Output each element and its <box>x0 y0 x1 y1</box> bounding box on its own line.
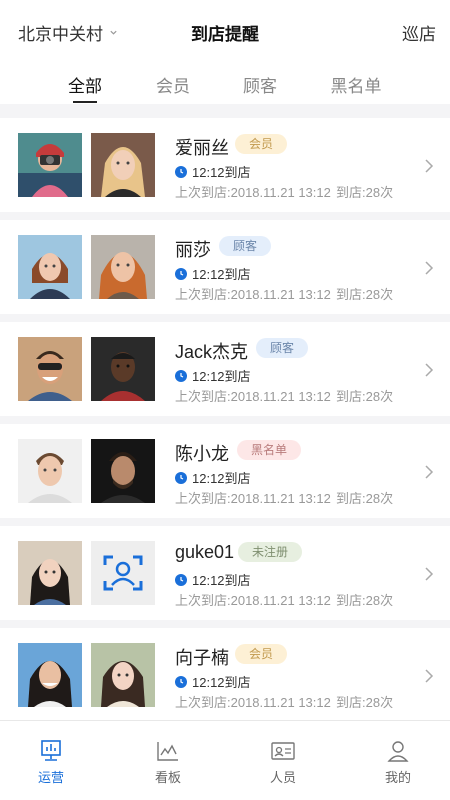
list-item[interactable]: 陈小龙 黑名单 12:12到店 上次到店:2018.11.21 13:12 到店… <box>0 424 450 518</box>
nav-dashboard[interactable]: 看板 <box>138 739 198 786</box>
member-badge: 会员 <box>235 644 288 664</box>
list-item[interactable]: guke01 未注册 12:12到店 上次到店:2018.11.21 13:12… <box>0 526 450 620</box>
guest-badge: 顾客 <box>219 236 272 256</box>
arrival-time: 12:12到店 <box>175 264 251 283</box>
snapshot-photo <box>18 235 82 299</box>
profile-icon <box>387 741 409 762</box>
registered-photo <box>91 439 155 503</box>
visit-count: 到店:28次 <box>336 185 394 200</box>
tab-all[interactable]: 全部 <box>50 72 120 97</box>
clock-icon <box>175 573 187 586</box>
list-item[interactable]: 爱丽丝 会员 12:12到店 上次到店:2018.11.21 13:12 到店:… <box>0 118 450 212</box>
arrival-time: 12:12到店 <box>175 162 251 181</box>
face-placeholder <box>91 541 155 605</box>
snapshot-photo <box>18 337 82 401</box>
customer-name: 丽莎 <box>175 240 211 260</box>
last-visit: 上次到店:2018.11.21 13:12 <box>175 389 331 404</box>
clock-icon <box>175 165 187 178</box>
customer-name: 爱丽丝 <box>175 138 229 158</box>
blacklist-badge: 黑名单 <box>237 440 302 460</box>
chevron-right-icon <box>425 363 434 377</box>
arrival-time-label: 12:12到店 <box>192 675 251 690</box>
dashboard-icon <box>157 742 178 761</box>
tab-guest[interactable]: 顾客 <box>225 72 295 97</box>
snapshot-photo <box>18 643 82 707</box>
top-bar: 北京中关村 到店提醒 巡店 <box>0 0 450 60</box>
guest-badge: 顾客 <box>256 338 309 358</box>
registered-photo <box>91 643 155 707</box>
last-visit: 上次到店:2018.11.21 13:12 <box>175 695 331 710</box>
visit-count: 到店:28次 <box>336 695 394 710</box>
visit-count: 到店:28次 <box>336 593 394 608</box>
list-item[interactable]: Jack杰克 顾客 12:12到店 上次到店:2018.11.21 13:12 … <box>0 322 450 416</box>
nav-dashboard-label: 看板 <box>154 770 181 785</box>
visit-count: 到店:28次 <box>336 491 394 506</box>
nav-operations-label: 运营 <box>37 770 64 785</box>
customer-name: 向子楠 <box>175 648 229 668</box>
nav-staff-label: 人员 <box>269 770 296 785</box>
arrival-time-label: 12:12到店 <box>192 471 251 486</box>
last-visit: 上次到店:2018.11.21 13:12 <box>175 593 331 608</box>
operations-icon <box>41 740 61 761</box>
tab-member[interactable]: 会员 <box>138 72 208 97</box>
list-item[interactable]: 丽莎 顾客 12:12到店 上次到店:2018.11.21 13:12 到店:2… <box>0 220 450 314</box>
last-visit: 上次到店:2018.11.21 13:12 <box>175 185 331 200</box>
snapshot-photo <box>18 541 82 605</box>
staff-card-icon <box>271 742 295 760</box>
chevron-right-icon <box>425 159 434 173</box>
patrol-button[interactable]: 巡店 <box>402 20 436 45</box>
arrival-time-label: 12:12到店 <box>192 165 251 180</box>
customer-name: guke01 <box>175 542 235 562</box>
unregistered-badge: 未注册 <box>238 542 303 562</box>
registered-photo <box>91 337 155 401</box>
nav-staff[interactable]: 人员 <box>253 739 313 786</box>
chevron-right-icon <box>425 567 434 581</box>
registered-photo <box>91 235 155 299</box>
arrival-time: 12:12到店 <box>175 570 251 589</box>
location-label: 北京中关村 <box>18 25 103 44</box>
last-visit: 上次到店:2018.11.21 13:12 <box>175 287 331 302</box>
customer-name: Jack杰克 <box>175 342 249 362</box>
arrival-time-label: 12:12到店 <box>192 267 251 282</box>
list-item[interactable]: 向子楠 会员 12:12到店 上次到店:2018.11.21 13:12 到店:… <box>0 628 450 720</box>
bottom-nav: 运营 看板 人员 我的 <box>0 720 450 800</box>
tab-blacklist[interactable]: 黑名单 <box>321 72 391 97</box>
visit-count: 到店:28次 <box>336 389 394 404</box>
snapshot-photo <box>18 439 82 503</box>
active-tab-indicator <box>73 101 97 103</box>
arrival-time: 12:12到店 <box>175 672 251 691</box>
chevron-right-icon <box>425 465 434 479</box>
arrival-time: 12:12到店 <box>175 468 251 487</box>
customer-name: 陈小龙 <box>175 444 229 464</box>
page-title: 到店提醒 <box>191 25 259 44</box>
filter-tabs: 全部 会员 顾客 黑名单 <box>0 60 450 104</box>
member-badge: 会员 <box>235 134 288 154</box>
visit-count: 到店:28次 <box>336 287 394 302</box>
clock-icon <box>175 471 187 484</box>
chevron-right-icon <box>425 669 434 683</box>
clock-icon <box>175 267 187 280</box>
nav-profile-label: 我的 <box>384 770 411 785</box>
face-scan-icon <box>91 541 155 605</box>
clock-icon <box>175 675 187 688</box>
snapshot-photo <box>18 133 82 197</box>
clock-icon <box>175 369 187 382</box>
chevron-right-icon <box>425 261 434 275</box>
last-visit: 上次到店:2018.11.21 13:12 <box>175 491 331 506</box>
registered-photo <box>91 133 155 197</box>
arrival-time-label: 12:12到店 <box>192 573 251 588</box>
chevron-down-icon <box>110 30 117 35</box>
nav-profile[interactable]: 我的 <box>368 739 428 786</box>
visit-list: 爱丽丝 会员 12:12到店 上次到店:2018.11.21 13:12 到店:… <box>0 104 450 720</box>
location-selector[interactable]: 北京中关村 <box>18 20 118 45</box>
arrival-time-label: 12:12到店 <box>192 369 251 384</box>
nav-operations[interactable]: 运营 <box>21 739 81 786</box>
arrival-time: 12:12到店 <box>175 366 251 385</box>
